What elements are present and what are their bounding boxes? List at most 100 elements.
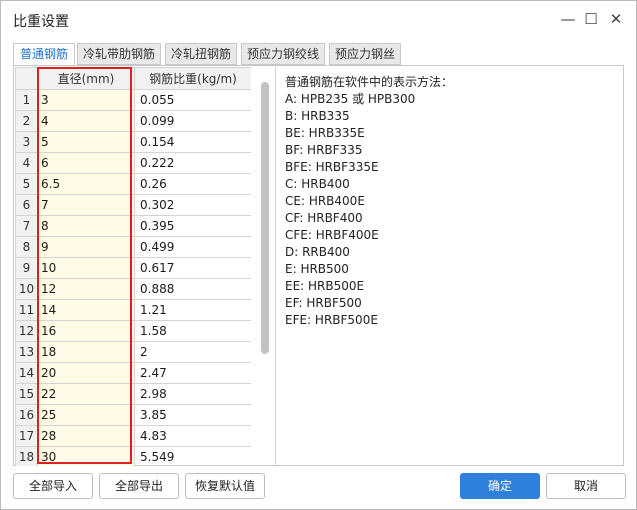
row-number-cell: 4 (15, 152, 38, 174)
table-row[interactable]: 14 20 2.47 (15, 362, 251, 384)
weight-table: 直径(mm) 钢筋比重(kg/m) 1 3 0.055 2 4 0.099 3 5 0.154 4… (15, 67, 251, 466)
row-number-cell: 18 (15, 446, 38, 466)
row-number-cell: 14 (15, 362, 38, 384)
diameter-cell[interactable]: 9 (37, 236, 135, 258)
table-row[interactable]: 13 18 2 (15, 341, 251, 363)
table-row[interactable]: 12 16 1.58 (15, 320, 251, 342)
table-row[interactable]: 16 25 3.85 (15, 404, 251, 426)
cancel-button[interactable]: 取消 (546, 473, 626, 499)
description-line: B: HRB335 (285, 109, 350, 123)
row-number-cell: 17 (15, 425, 38, 447)
diameter-cell[interactable]: 10 (37, 257, 135, 279)
table-row[interactable]: 10 12 0.888 (15, 278, 251, 300)
description-heading: 普通钢筋在软件中的表示方法： (285, 75, 454, 89)
weight-cell[interactable]: 2.47 (134, 362, 251, 384)
table-row[interactable]: 6 7 0.302 (15, 194, 251, 216)
row-number-cell: 1 (15, 89, 38, 111)
weight-cell[interactable]: 0.888 (134, 278, 251, 300)
table-row[interactable]: 17 28 4.83 (15, 425, 251, 447)
table-row[interactable]: 2 4 0.099 (15, 110, 251, 132)
description-line: BE: HRB335E (285, 126, 365, 140)
table-row[interactable]: 7 8 0.395 (15, 215, 251, 237)
table-row[interactable]: 5 6.5 0.26 (15, 173, 251, 195)
weight-header: 钢筋比重(kg/m) (134, 67, 251, 90)
description-line: CE: HRB400E (285, 194, 365, 208)
weight-cell[interactable]: 0.617 (134, 257, 251, 279)
row-number-cell: 2 (15, 110, 38, 132)
weight-cell[interactable]: 0.099 (134, 110, 251, 132)
table-row[interactable]: 3 5 0.154 (15, 131, 251, 153)
table-row[interactable]: 15 22 2.98 (15, 383, 251, 405)
description-line: A: HPB235 或 HPB300 (285, 92, 416, 106)
description-line: EF: HRBF500 (285, 296, 362, 310)
row-number-cell: 3 (15, 131, 38, 153)
row-number-cell: 12 (15, 320, 38, 342)
row-number-cell: 9 (15, 257, 38, 279)
description-lines: A: HPB235 或 HPB300 B: HRB335 BE: HRB335E BF… (285, 91, 615, 329)
row-number-cell: 11 (15, 299, 38, 321)
export-all-button[interactable]: 全部导出 (99, 473, 179, 499)
table-body: 1 3 0.055 2 4 0.099 3 5 0.154 4 6 0.222 5 6.5 0.26 6 7 0.… (15, 89, 251, 466)
table-row[interactable]: 11 14 1.21 (15, 299, 251, 321)
tab-cold-rolled-twisted[interactable]: 冷轧扭钢筋 (165, 43, 237, 65)
diameter-cell[interactable]: 7 (37, 194, 135, 216)
diameter-cell[interactable]: 30 (37, 446, 135, 466)
diameter-cell[interactable]: 20 (37, 362, 135, 384)
diameter-cell[interactable]: 18 (37, 341, 135, 363)
weight-settings-dialog: 比重设置 — ☐ ✕ 普通钢筋 冷轧带肋钢筋 冷轧扭钢筋 预应力钢绞线 预应力钢… (0, 0, 637, 510)
diameter-cell[interactable]: 28 (37, 425, 135, 447)
diameter-cell[interactable]: 16 (37, 320, 135, 342)
weight-cell[interactable]: 4.83 (134, 425, 251, 447)
diameter-cell[interactable]: 22 (37, 383, 135, 405)
diameter-cell[interactable]: 25 (37, 404, 135, 426)
weight-cell[interactable]: 0.26 (134, 173, 251, 195)
table-header-row: 直径(mm) 钢筋比重(kg/m) (15, 67, 251, 90)
weight-cell[interactable]: 3.85 (134, 404, 251, 426)
table-row[interactable]: 9 10 0.617 (15, 257, 251, 279)
weight-cell[interactable]: 2.98 (134, 383, 251, 405)
diameter-cell[interactable]: 5 (37, 131, 135, 153)
description-line: C: HRB400 (285, 177, 350, 191)
weight-cell[interactable]: 1.21 (134, 299, 251, 321)
weight-cell[interactable]: 0.302 (134, 194, 251, 216)
minimize-icon[interactable]: — (558, 9, 578, 29)
diameter-cell[interactable]: 6.5 (37, 173, 135, 195)
table-row[interactable]: 1 3 0.055 (15, 89, 251, 111)
row-number-cell: 16 (15, 404, 38, 426)
row-number-cell: 10 (15, 278, 38, 300)
maximize-icon[interactable]: ☐ (581, 9, 601, 29)
weight-cell[interactable]: 1.58 (134, 320, 251, 342)
diameter-cell[interactable]: 14 (37, 299, 135, 321)
row-number-cell: 8 (15, 236, 38, 258)
dialog-title: 比重设置 (13, 14, 69, 30)
description-line: E: HRB500 (285, 262, 349, 276)
weight-cell[interactable]: 5.549 (134, 446, 251, 466)
restore-default-button[interactable]: 恢复默认值 (185, 473, 265, 499)
title-bar: 比重设置 — ☐ ✕ (1, 1, 636, 39)
weight-cell[interactable]: 0.055 (134, 89, 251, 111)
import-all-button[interactable]: 全部导入 (13, 473, 93, 499)
ok-button[interactable]: 确定 (460, 473, 540, 499)
table-row[interactable]: 8 9 0.499 (15, 236, 251, 258)
diameter-cell[interactable]: 8 (37, 215, 135, 237)
description-line: D: RRB400 (285, 245, 350, 259)
diameter-cell[interactable]: 3 (37, 89, 135, 111)
weight-cell[interactable]: 0.154 (134, 131, 251, 153)
tab-plain-rebar[interactable]: 普通钢筋 (13, 43, 75, 66)
description-line: EE: HRB500E (285, 279, 365, 293)
weight-cell[interactable]: 0.395 (134, 215, 251, 237)
diameter-cell[interactable]: 4 (37, 110, 135, 132)
weight-cell[interactable]: 0.499 (134, 236, 251, 258)
tab-prestressed-strand[interactable]: 预应力钢绞线 (241, 43, 325, 65)
weight-cell[interactable]: 0.222 (134, 152, 251, 174)
tab-prestressed-wire[interactable]: 预应力钢丝 (329, 43, 401, 65)
table-row[interactable]: 4 6 0.222 (15, 152, 251, 174)
table-scrollbar[interactable] (261, 82, 269, 354)
weight-cell[interactable]: 2 (134, 341, 251, 363)
tab-cold-rolled-ribbed[interactable]: 冷轧带肋钢筋 (77, 43, 161, 65)
diameter-cell[interactable]: 6 (37, 152, 135, 174)
table-row[interactable]: 18 30 5.549 (15, 446, 251, 466)
close-icon[interactable]: ✕ (606, 9, 626, 29)
diameter-cell[interactable]: 12 (37, 278, 135, 300)
row-number-cell: 6 (15, 194, 38, 216)
